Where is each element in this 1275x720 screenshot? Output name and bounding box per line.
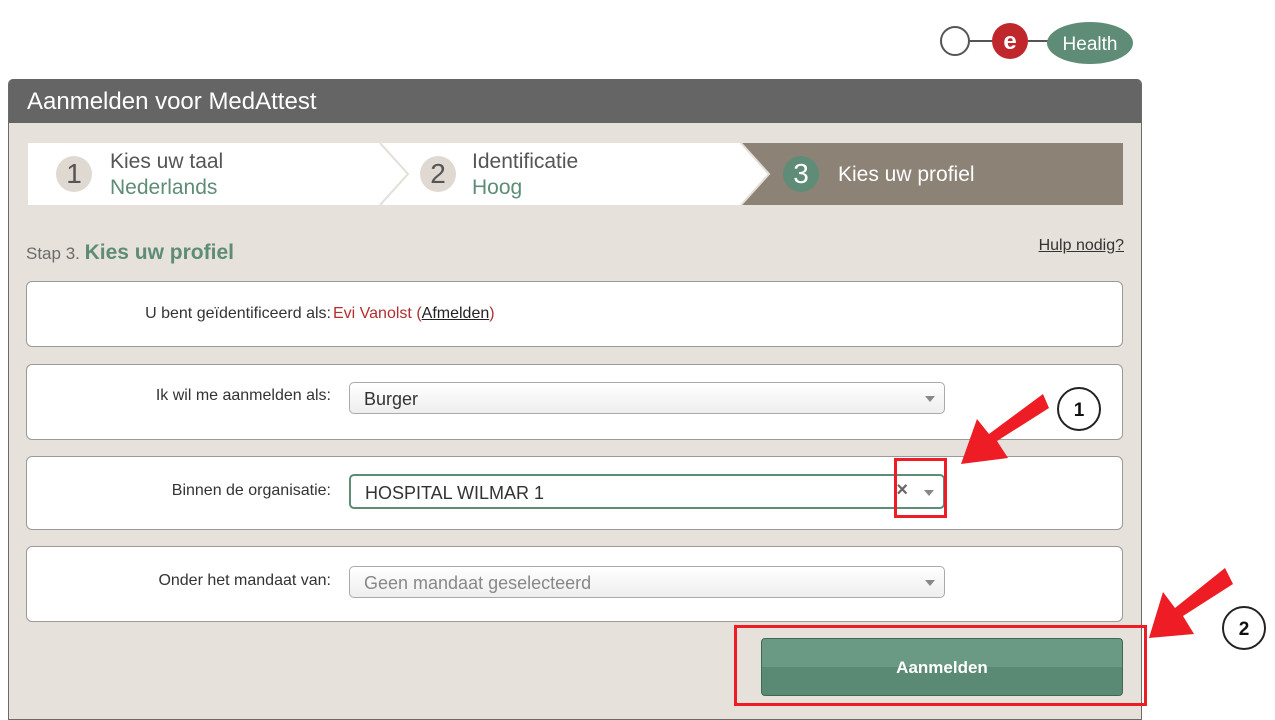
step-wizard: 1 Kies uw taal Nederlands 2 Identificati… bbox=[28, 143, 1123, 205]
mandate-box: Onder het mandaat van: Geen mandaat gese… bbox=[26, 546, 1123, 622]
logo-word: Health bbox=[1063, 34, 1118, 55]
annotation-marker-1: 1 bbox=[1057, 387, 1101, 431]
annotation-highlight-button bbox=[734, 625, 1147, 706]
identity-value: Evi Vanolst (Afmelden) bbox=[333, 305, 495, 323]
ehealth-logo: e Health bbox=[938, 16, 1135, 66]
step-heading-prefix: Stap 3. bbox=[26, 244, 80, 263]
step-2-identification[interactable]: 2 Identificatie Hoog bbox=[380, 143, 741, 205]
role-select[interactable]: Burger bbox=[349, 382, 945, 414]
role-select-value: Burger bbox=[364, 389, 419, 409]
step-3-profile: 3 Kies uw profiel bbox=[741, 143, 1123, 205]
organisation-select[interactable]: HOSPITAL WILMAR 1 × bbox=[349, 474, 945, 509]
step-3-title: Kies uw profiel bbox=[838, 163, 975, 186]
mandate-select-placeholder: Geen mandaat geselecteerd bbox=[364, 573, 592, 593]
step-3-number: 3 bbox=[783, 156, 819, 192]
annotation-arrow-2 bbox=[1149, 568, 1233, 638]
panel-title: Aanmelden voor MedAttest bbox=[9, 79, 1141, 123]
chevron-down-icon[interactable] bbox=[925, 396, 935, 402]
mandate-label: Onder het mandaat van: bbox=[158, 572, 331, 589]
step-1-language[interactable]: 1 Kies uw taal Nederlands bbox=[28, 143, 380, 205]
step-1-value: Nederlands bbox=[110, 176, 218, 199]
annotation-arrow-1 bbox=[961, 394, 1049, 464]
step-1-number: 1 bbox=[56, 156, 92, 192]
logo-letter: e bbox=[1003, 28, 1016, 55]
identity-label: U bent geïdentificeerd als: bbox=[145, 305, 331, 322]
help-link[interactable]: Hulp nodig? bbox=[1039, 237, 1124, 255]
logout-link[interactable]: Afmelden bbox=[422, 305, 490, 322]
step-2-title: Identificatie bbox=[472, 150, 579, 173]
step-heading-title: Kies uw profiel bbox=[84, 241, 234, 264]
mandate-select[interactable]: Geen mandaat geselecteerd bbox=[349, 566, 945, 598]
organisation-select-value: HOSPITAL WILMAR 1 bbox=[365, 483, 545, 503]
identity-close-paren: ) bbox=[489, 305, 495, 322]
role-label: Ik wil me aanmelden als: bbox=[155, 387, 331, 404]
annotation-marker-2: 2 bbox=[1222, 606, 1266, 650]
step-2-number: 2 bbox=[420, 156, 456, 192]
step-2-value: Hoog bbox=[472, 176, 523, 199]
annotation-highlight-dropdown bbox=[894, 458, 947, 518]
chevron-down-icon[interactable] bbox=[925, 580, 935, 586]
identity-box: U bent geïdentificeerd als: Evi Vanolst … bbox=[26, 281, 1123, 347]
organisation-label: Binnen de organisatie: bbox=[171, 482, 331, 499]
step-heading: Stap 3. Kies uw profiel bbox=[26, 241, 234, 265]
step-1-title: Kies uw taal bbox=[110, 150, 224, 173]
identity-name: Evi Vanolst bbox=[333, 305, 412, 322]
